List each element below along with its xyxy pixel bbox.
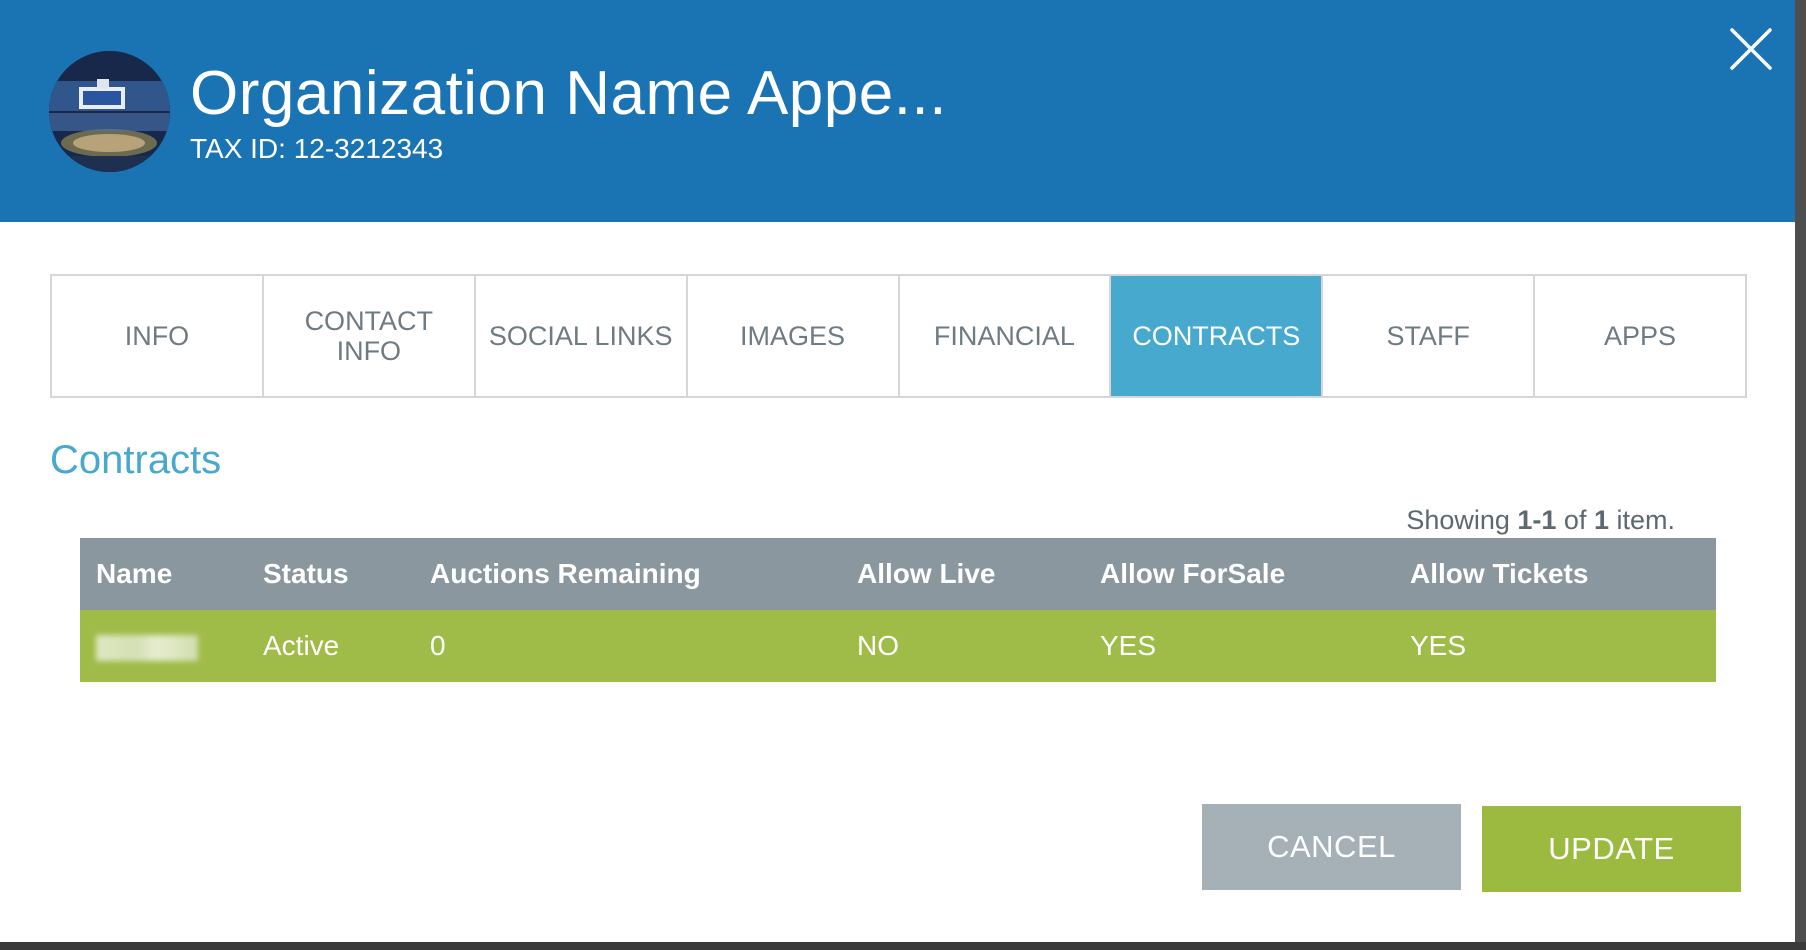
- cell-allow-live: NO: [857, 630, 899, 661]
- column-header-auctions-remaining[interactable]: Auctions Remaining: [430, 558, 857, 590]
- tab-contracts[interactable]: CONTRACTS: [1111, 276, 1324, 396]
- tab-social-links[interactable]: SOCIAL LINKS: [475, 276, 688, 396]
- backdrop-bottom: [0, 942, 1806, 950]
- tab-label: CONTACT INFO: [304, 306, 434, 366]
- tab-images[interactable]: IMAGES: [687, 276, 900, 396]
- column-header-status[interactable]: Status: [263, 558, 430, 590]
- backdrop-edge: [1795, 0, 1806, 950]
- modal-header: Organization Name Appe... TAX ID: 12-321…: [0, 0, 1795, 222]
- summary-range: 1-1: [1517, 505, 1557, 535]
- tab-label: APPS: [1604, 321, 1677, 351]
- column-header-allow-forsale[interactable]: Allow ForSale: [1100, 558, 1410, 590]
- arena-photo-icon: [49, 51, 170, 172]
- cancel-button[interactable]: CANCEL: [1202, 804, 1461, 890]
- column-header-allow-tickets[interactable]: Allow Tickets: [1410, 558, 1716, 590]
- summary-suffix: item.: [1608, 505, 1675, 535]
- table-row[interactable]: Active 0 NO YES YES: [80, 610, 1716, 682]
- tab-info[interactable]: INFO: [52, 276, 264, 396]
- column-header-allow-live[interactable]: Allow Live: [857, 558, 1100, 590]
- tab-apps[interactable]: APPS: [1535, 276, 1745, 396]
- tab-financial[interactable]: FINANCIAL: [899, 276, 1112, 396]
- organization-modal: Organization Name Appe... TAX ID: 12-321…: [0, 0, 1795, 942]
- cell-auctions-remaining: 0: [430, 630, 446, 661]
- tab-label: SOCIAL LINKS: [488, 321, 673, 351]
- tax-id: TAX ID: 12-3212343: [190, 133, 444, 164]
- tab-contact-info[interactable]: CONTACT INFO: [263, 276, 476, 396]
- column-header-name[interactable]: Name: [80, 558, 263, 590]
- table-header: Name Status Auctions Remaining Allow Liv…: [80, 538, 1716, 610]
- pagination-summary: Showing 1-1 of 1 item.: [1406, 505, 1675, 536]
- close-icon: [1730, 28, 1772, 70]
- tab-label: FINANCIAL: [933, 321, 1075, 351]
- update-button[interactable]: UPDATE: [1482, 806, 1741, 892]
- cell-allow-forsale: YES: [1100, 630, 1157, 661]
- organization-name: Organization Name Appe...: [190, 59, 947, 128]
- tab-label: INFO: [124, 321, 190, 351]
- contracts-table: Name Status Auctions Remaining Allow Liv…: [80, 538, 1716, 682]
- tab-label: CONTRACTS: [1132, 321, 1301, 351]
- cell-name: [80, 630, 263, 662]
- cell-status: Active: [263, 630, 340, 661]
- redacted-name: [96, 634, 198, 661]
- tab-staff[interactable]: STAFF: [1323, 276, 1536, 396]
- summary-total: 1: [1593, 505, 1609, 535]
- tab-label: STAFF: [1386, 321, 1470, 351]
- close-button[interactable]: [1728, 26, 1774, 72]
- tab-bar: INFO CONTACT INFO SOCIAL LINKS IMAGES FI…: [50, 274, 1747, 398]
- tab-label: IMAGES: [740, 321, 846, 351]
- cell-allow-tickets: YES: [1410, 630, 1467, 661]
- summary-mid: of: [1556, 505, 1594, 535]
- summary-prefix: Showing: [1406, 505, 1518, 535]
- section-title: Contracts: [50, 438, 222, 482]
- organization-avatar: [49, 51, 170, 172]
